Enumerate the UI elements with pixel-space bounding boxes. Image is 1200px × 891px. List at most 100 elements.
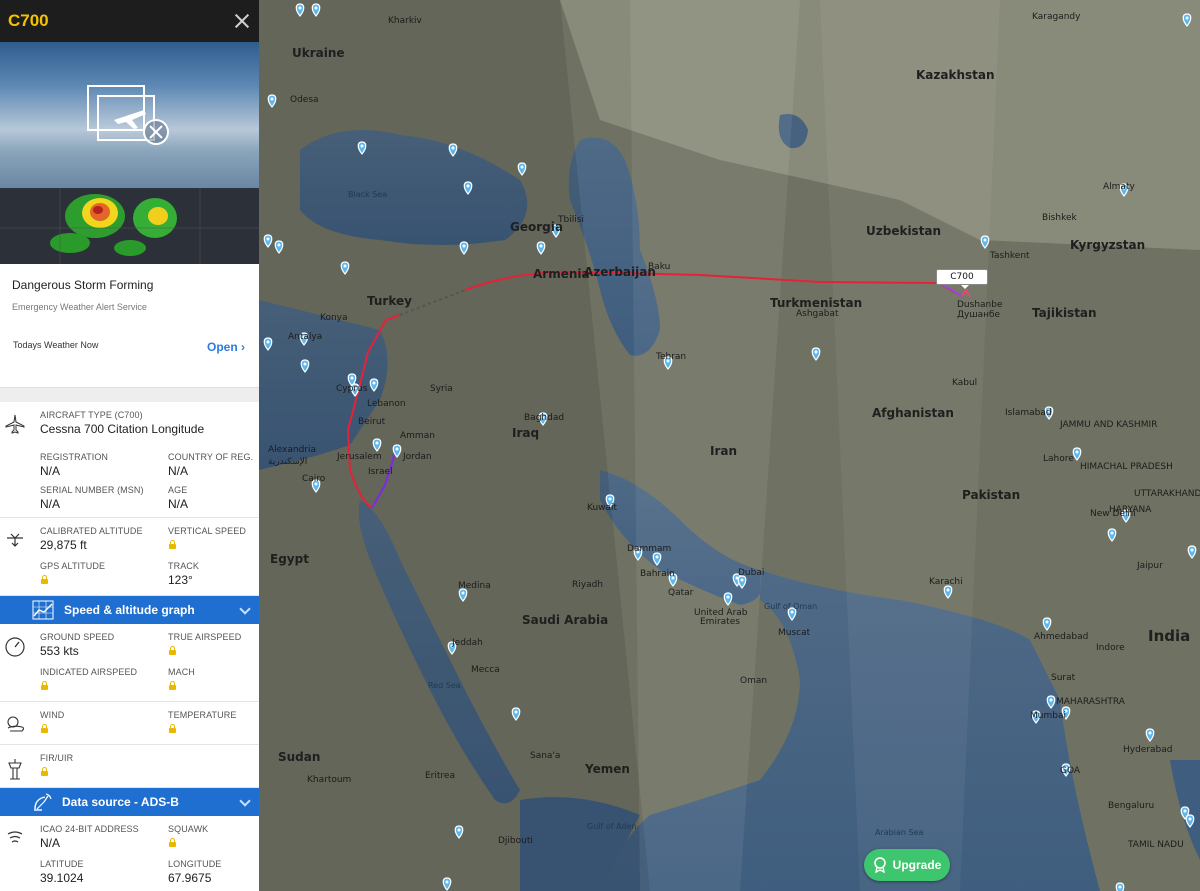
airport-pin-dot	[451, 146, 455, 150]
airport-pin-dot	[1190, 548, 1194, 552]
map-label-city: Odesa	[290, 95, 319, 105]
ad-banner[interactable]: Dangerous Storm Forming Emergency Weathe…	[0, 264, 259, 388]
map-label-city: Tbilisi	[558, 215, 584, 225]
lock-icon[interactable]	[168, 681, 176, 690]
fir-label: FIR/UIR	[40, 753, 74, 763]
altitude-section: CALIBRATED ALTITUDE 29,875 ft VERTICAL SP…	[0, 518, 259, 596]
speed-graph-toggle[interactable]: Speed & altitude graph	[0, 596, 259, 624]
longitude-value: 67.9675	[168, 871, 212, 885]
map-label-city: Sana'a	[530, 751, 561, 761]
ad-app-name: Todays Weather Now	[13, 340, 99, 350]
map-label-city: Bengaluru	[1108, 801, 1155, 811]
map-label-city: Surat	[1051, 673, 1076, 683]
map-label-city: Tehran	[656, 352, 687, 362]
lock-icon[interactable]	[168, 540, 176, 549]
msn-label: SERIAL NUMBER (MSN)	[40, 485, 144, 495]
weather-icon	[7, 716, 25, 732]
divider	[0, 388, 259, 402]
lock-icon[interactable]	[168, 838, 176, 847]
data-source-label: Data source - ADS-B	[62, 795, 179, 809]
airport-pin-dot	[350, 376, 354, 380]
airport-pin-dot	[277, 243, 281, 247]
airport-pin-dot	[1075, 450, 1079, 454]
close-icon[interactable]	[233, 12, 251, 30]
map-label-city: Cyprus	[336, 384, 368, 394]
upgrade-label: Upgrade	[892, 858, 942, 872]
map-label-country: Kazakhstan	[916, 68, 995, 82]
track-value: 123°	[168, 573, 193, 587]
speed-section: GROUND SPEED 553 kts TRUE AIRSPEED INDICA…	[0, 624, 259, 702]
map-label-city: Antalya	[288, 332, 323, 342]
ground-speed-value: 553 kts	[40, 644, 79, 658]
airport-pin-dot	[298, 6, 302, 10]
map-label-city: Riyadh	[572, 580, 604, 590]
map-label-city: HIMACHAL PRADESH	[1080, 462, 1173, 472]
map-label-city: Baghdad	[524, 413, 565, 423]
map-label-city: Eritrea	[425, 771, 455, 781]
airport-pin-dot	[360, 144, 364, 148]
map-label-city: GOA	[1060, 766, 1081, 776]
mach-label: MACH	[168, 667, 195, 677]
map-label-city: Baku	[648, 262, 671, 272]
altitude-icon	[7, 533, 23, 547]
ground-speed-label: GROUND SPEED	[40, 632, 115, 642]
map-label-city: Bahrain	[640, 569, 675, 579]
flight-title: C700	[8, 11, 49, 30]
map-label-city: Konya	[320, 313, 348, 323]
airport-pin-dot	[740, 578, 744, 582]
aircraft-info-section: AIRCRAFT TYPE (C700) Cessna 700 Citation…	[0, 402, 259, 518]
map-label-city: Beirut	[358, 417, 386, 427]
airport-pin-dot	[266, 340, 270, 344]
map-label-city: Syria	[430, 384, 453, 394]
icao-label: ICAO 24-BIT ADDRESS	[40, 824, 139, 834]
upgrade-button[interactable]: Upgrade	[864, 849, 950, 881]
latitude-value: 39.1024	[40, 871, 84, 885]
map-label-city: Medina	[458, 581, 491, 591]
lock-icon[interactable]	[168, 646, 176, 655]
ad-headline: Dangerous Storm Forming	[12, 278, 154, 292]
airplane-icon	[5, 414, 25, 434]
airport-pin-dot	[814, 350, 818, 354]
map-label-city: Lahore	[1043, 454, 1074, 464]
fir-section: FIR/UIR	[0, 745, 259, 788]
map-label-city: Kuwait	[587, 503, 618, 513]
lock-icon[interactable]	[40, 724, 48, 733]
map-label-city: الإسكندرية	[268, 457, 308, 467]
map-label-country: Tajikistan	[1032, 306, 1097, 320]
airport-pin-dot	[539, 244, 543, 248]
airport-pin-dot	[303, 362, 307, 366]
temperature-label: TEMPERATURE	[168, 710, 237, 720]
aircraft-type-label: AIRCRAFT TYPE (C700)	[40, 410, 143, 420]
map-label-city: Almaty	[1103, 182, 1135, 192]
map-label-bigc: India	[1148, 627, 1191, 645]
map-label-city: UTTARAKHAND	[1134, 489, 1200, 499]
lock-icon[interactable]	[40, 767, 48, 776]
airport-pin-dot	[266, 237, 270, 241]
country-value: N/A	[168, 464, 189, 478]
map-label-country: Yemen	[585, 762, 630, 776]
airport-pin-dot	[608, 497, 612, 501]
ad-open-link[interactable]: Open ›	[207, 340, 245, 354]
map-label-city: Indore	[1096, 643, 1125, 653]
speed-graph-label: Speed & altitude graph	[64, 603, 195, 617]
lock-icon[interactable]	[40, 681, 48, 690]
lock-icon[interactable]	[40, 575, 48, 584]
airport-pin-dot	[466, 184, 470, 188]
aircraft-callsign-tag[interactable]: C700	[936, 269, 988, 289]
airport-pin-dot	[983, 238, 987, 242]
airport-pin-dot	[445, 880, 449, 884]
map-label-sea: Red Sea	[428, 681, 461, 690]
latitude-label: LATITUDE	[40, 859, 84, 869]
map-label-sea: Black Sea	[348, 190, 388, 199]
airport-pin-dot	[343, 264, 347, 268]
airport-pin-dot	[270, 97, 274, 101]
map-label-city: TAMIL NADU	[1128, 840, 1184, 850]
chevron-down-icon	[239, 603, 251, 615]
data-source-toggle[interactable]: Data source - ADS-B	[0, 788, 259, 816]
map-label-country: Kyrgyzstan	[1070, 238, 1146, 252]
chevron-down-icon	[239, 795, 251, 807]
registration-value: N/A	[40, 464, 61, 478]
age-label: AGE	[168, 485, 188, 495]
lock-icon[interactable]	[168, 724, 176, 733]
airport-pin-dot	[375, 441, 379, 445]
